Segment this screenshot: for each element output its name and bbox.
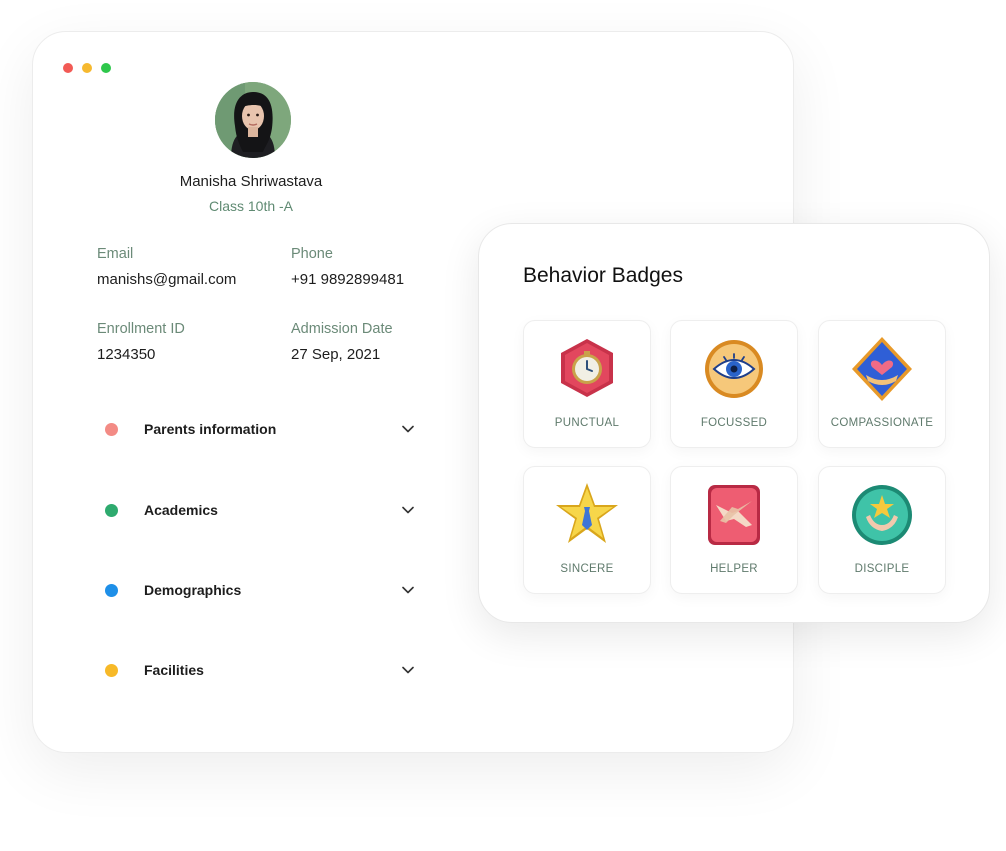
behavior-badges-card: Behavior Badges PUNCTUAL FOCUSSED COMPAS…: [478, 223, 990, 623]
badges-title: Behavior Badges: [523, 264, 683, 287]
email-field: Email manishs@gmail.com: [97, 246, 236, 288]
chevron-down-icon[interactable]: [401, 583, 415, 597]
badge-disciple[interactable]: DISCIPLE: [818, 466, 946, 594]
badge-punctual[interactable]: PUNCTUAL: [523, 320, 651, 448]
phone-value: +91 9892899481: [291, 271, 405, 288]
chevron-down-icon[interactable]: [401, 663, 415, 677]
window-controls: [63, 63, 111, 73]
badge-label: SINCERE: [560, 563, 614, 575]
status-dot: [105, 583, 118, 597]
badge-label: DISCIPLE: [854, 563, 910, 575]
maximize-dot[interactable]: [101, 63, 111, 73]
badge-sincere[interactable]: SINCERE: [523, 466, 651, 594]
accordion-label: Facilities: [144, 662, 204, 678]
helping-hands-badge-icon: [708, 485, 760, 545]
accordion-parents-information[interactable]: Parents information: [105, 417, 415, 441]
chevron-down-icon[interactable]: [401, 422, 415, 436]
badge-label: HELPER: [710, 563, 758, 575]
badge-label: COMPASSIONATE: [830, 417, 934, 429]
heart-hand-badge-icon: [852, 337, 912, 401]
close-dot[interactable]: [63, 63, 73, 73]
accordion-label: Academics: [144, 502, 218, 518]
eye-badge-icon: [705, 340, 763, 398]
admission-label: Admission Date: [291, 321, 393, 337]
enrollment-value: 1234350: [97, 346, 156, 363]
stopwatch-badge-icon: [561, 339, 613, 397]
status-dot: [105, 663, 118, 677]
star-hands-badge-icon: [852, 485, 912, 545]
status-dot: [105, 422, 118, 436]
accordion-facilities[interactable]: Facilities: [105, 658, 415, 682]
badge-label: PUNCTUAL: [554, 417, 620, 429]
accordion-demographics[interactable]: Demographics: [105, 578, 415, 602]
student-name: Manisha Shriwastava: [179, 173, 323, 190]
admission-value: 27 Sep, 2021: [291, 346, 381, 363]
enrollment-field: Enrollment ID 1234350: [97, 321, 185, 363]
email-label: Email: [97, 246, 134, 262]
enrollment-label: Enrollment ID: [97, 321, 185, 337]
accordion-label: Demographics: [144, 582, 242, 598]
phone-field: Phone +91 9892899481: [291, 246, 404, 288]
student-class: Class 10th -A: [208, 198, 294, 214]
badge-label: FOCUSSED: [700, 417, 768, 429]
phone-label: Phone: [291, 246, 333, 262]
badge-helper[interactable]: HELPER: [670, 466, 798, 594]
badge-compassionate[interactable]: COMPASSIONATE: [818, 320, 946, 448]
minimize-dot[interactable]: [82, 63, 92, 73]
admission-field: Admission Date 27 Sep, 2021: [291, 321, 393, 363]
avatar: [215, 82, 291, 158]
accordion-academics[interactable]: Academics: [105, 498, 415, 522]
badge-focussed[interactable]: FOCUSSED: [670, 320, 798, 448]
email-value: manishs@gmail.com: [97, 271, 237, 288]
chevron-down-icon[interactable]: [401, 503, 415, 517]
accordion-label: Parents information: [144, 421, 277, 437]
status-dot: [105, 503, 118, 517]
star-tie-badge-icon: [556, 483, 618, 543]
